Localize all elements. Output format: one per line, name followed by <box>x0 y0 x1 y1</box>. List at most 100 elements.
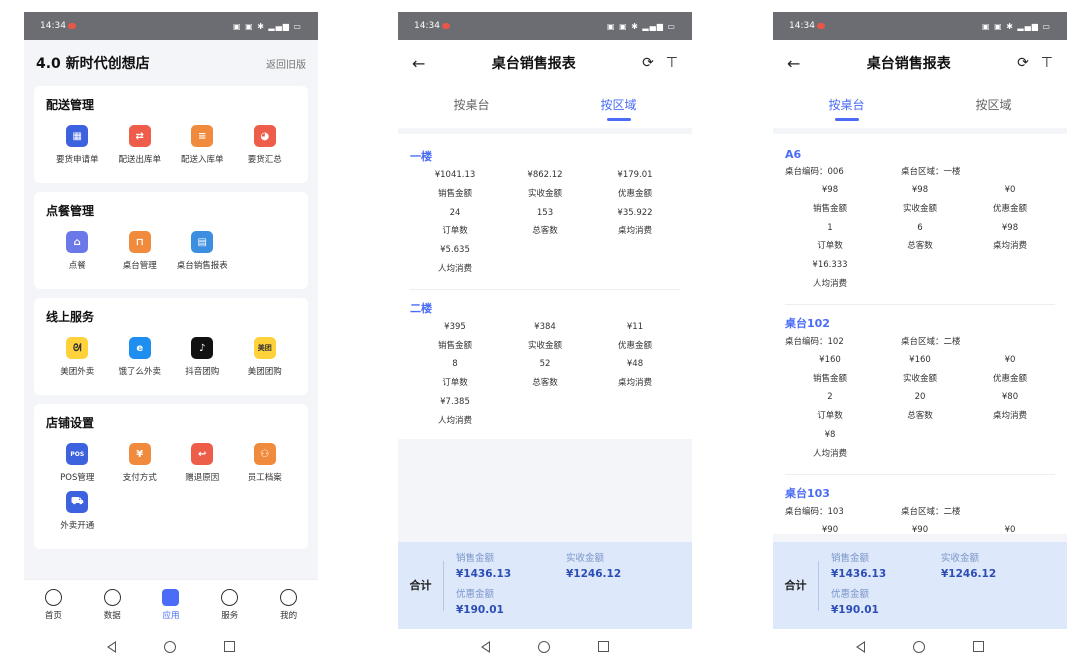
total-discount-value: ¥190.01 <box>456 604 504 616</box>
eleme-delivery-item[interactable]: e 饿了么外卖 <box>109 337 172 377</box>
diamond-icon <box>221 588 239 606</box>
report-tabs: 按桌台 按区域 <box>773 86 1067 128</box>
recents-nav-icon[interactable] <box>973 641 984 652</box>
received-value: ¥862.12 <box>527 170 563 180</box>
received-label: 实收金额 <box>527 188 562 199</box>
tab-home[interactable]: 首页 <box>24 580 83 629</box>
area-name: 二楼 <box>410 301 432 315</box>
filter-icon[interactable]: ⊤ <box>1041 55 1053 71</box>
table-management-item[interactable]: ⊓ 桌台管理 <box>109 231 172 271</box>
discount-value: ¥0 <box>1004 524 1016 534</box>
chart-icon <box>103 588 121 606</box>
back-to-old-version-link[interactable]: 返回旧版 <box>266 56 306 71</box>
total-sales-label: 销售金额 <box>456 553 495 564</box>
tab-by-area[interactable]: 按区域 <box>545 86 692 128</box>
back-nav-icon[interactable] <box>107 640 116 653</box>
delivery-activation-item[interactable]: ⛟ 外卖开通 <box>46 491 109 531</box>
delivery-out-item[interactable]: ⇄ 配送出库单 <box>109 125 172 165</box>
item-label: 赠退原因 <box>185 473 220 483</box>
total-received-value: ¥1246.12 <box>566 568 622 580</box>
refresh-icon[interactable]: ⟳ <box>1017 55 1029 71</box>
refresh-icon[interactable]: ⟳ <box>642 55 654 71</box>
total-received-label: 实收金额 <box>941 553 980 564</box>
record-icon <box>441 22 450 29</box>
section-title: 线上服务 <box>46 310 95 324</box>
pos-management-item[interactable]: POS POS管理 <box>46 443 109 483</box>
meituan-delivery-item[interactable]: ᘛ 美团外卖 <box>46 337 109 377</box>
phone-report-by-table: 14:34 ▣ ▣ ✱ ▂▄▆ ▭ ← 桌台销售报表 ⟳ ⊤ 按桌台 按区域 A6… <box>773 12 1067 664</box>
total-sales-value: ¥1436.13 <box>831 568 887 580</box>
douyin-groupbuy-item[interactable]: ♪ 抖音团购 <box>171 337 234 377</box>
tab-mine[interactable]: 我的 <box>259 580 318 629</box>
table-name: 桌台103 <box>785 486 830 500</box>
guests-label: 总客数 <box>532 378 558 389</box>
table-icon: ⊓ <box>128 231 151 253</box>
filter-icon[interactable]: ⊤ <box>666 55 678 71</box>
total-discount-label: 优惠金额 <box>456 589 495 600</box>
home-nav-icon[interactable] <box>913 640 925 653</box>
guests-label: 总客数 <box>907 411 933 422</box>
orders-label: 订单数 <box>442 378 468 389</box>
staff-profile-item[interactable]: ⚇ 员工档案 <box>234 443 297 483</box>
item-label: 饿了么外卖 <box>118 367 161 377</box>
sales-value: ¥160 <box>819 354 841 365</box>
tab-label: 数据 <box>103 610 121 621</box>
return-icon: ↩ <box>191 443 214 465</box>
payment-method-item[interactable]: ¥ 支付方式 <box>109 443 172 483</box>
record-icon <box>816 22 825 29</box>
home-nav-icon[interactable] <box>538 640 550 653</box>
requisition-summary-item[interactable]: ◕ 要货汇总 <box>234 125 297 165</box>
status-bar: 14:34 ▣ ▣ ✱ ▂▄▆ ▭ <box>773 12 1067 40</box>
discount-label: 优惠金额 <box>617 188 652 199</box>
item-label: 配送入库单 <box>180 155 224 165</box>
table-name: A6 <box>785 148 802 161</box>
divider <box>410 288 680 290</box>
table-section: 桌台102 桌台编码：102 桌台区域：二楼 ¥160 ¥160 ¥0 销售金额 … <box>785 315 1055 464</box>
tab-data[interactable]: 数据 <box>83 580 142 629</box>
truck-icon: ⛟ <box>66 491 89 513</box>
area-name: 一楼 <box>410 150 432 163</box>
section-title: 配送管理 <box>46 98 95 112</box>
recents-nav-icon[interactable] <box>224 641 235 652</box>
item-label: 美团外卖 <box>60 367 95 377</box>
table-code: 桌台编码：006 <box>785 167 844 177</box>
table-section: A6 桌台编码：006 桌台区域：一楼 ¥98 ¥98 ¥0 销售金额 实收金额 … <box>785 148 1055 294</box>
per-person-value: ¥5.635 <box>440 245 470 256</box>
tab-by-table[interactable]: 按桌台 <box>773 86 920 128</box>
tab-apps[interactable]: 应用 <box>142 580 201 629</box>
refund-reason-item[interactable]: ↩ 赠退原因 <box>171 443 234 483</box>
status-icons: ▣ ▣ ✱ ▂▄▆ ▭ <box>606 21 676 31</box>
tab-label: 我的 <box>280 610 298 621</box>
export-icon: ⇄ <box>128 125 151 147</box>
ordering-item[interactable]: ⌂ 点餐 <box>46 231 109 271</box>
table-sales-report-item[interactable]: ▤ 桌台销售报表 <box>171 231 234 271</box>
home-nav-icon[interactable] <box>164 640 176 653</box>
per-person-label: 人均消费 <box>437 263 472 274</box>
tab-by-area[interactable]: 按区域 <box>920 86 1067 128</box>
back-arrow-icon[interactable]: ← <box>787 54 800 73</box>
guests-label: 总客数 <box>907 241 933 252</box>
status-bar: 14:34 ▣ ▣ ✱ ▂▄▆ ▭ <box>24 12 318 40</box>
sales-value: ¥395 <box>444 321 466 332</box>
recents-nav-icon[interactable] <box>598 641 609 652</box>
requisition-item[interactable]: ▦ 要货申请单 <box>46 125 109 165</box>
delivery-management-card: 配送管理 ▦ 要货申请单 ⇄ 配送出库单 ≡ 配送入库单 ◕ 要货汇总 <box>34 86 308 183</box>
import-icon: ≡ <box>191 125 214 147</box>
report-header: ← 桌台销售报表 ⟳ ⊤ <box>773 40 1067 86</box>
meituan-groupbuy-item[interactable]: 美团 美团团购 <box>234 337 297 377</box>
sales-label: 销售金额 <box>437 188 472 199</box>
douyin-icon: ♪ <box>191 337 214 359</box>
guests-value: 6 <box>917 222 923 233</box>
total-discount-value: ¥190.01 <box>831 604 879 616</box>
back-nav-icon[interactable] <box>856 640 865 653</box>
back-arrow-icon[interactable]: ← <box>412 54 425 73</box>
phone-report-by-area: 14:34 ▣ ▣ ✱ ▂▄▆ ▭ ← 桌台销售报表 ⟳ ⊤ 按桌台 按区域 一楼… <box>398 12 692 664</box>
sales-value: ¥1041.13 <box>434 170 476 180</box>
tab-by-table[interactable]: 按桌台 <box>398 86 545 128</box>
back-nav-icon[interactable] <box>481 640 490 653</box>
table-name: 桌台102 <box>785 316 830 330</box>
delivery-in-item[interactable]: ≡ 配送入库单 <box>171 125 234 165</box>
divider <box>785 473 1055 475</box>
tab-services[interactable]: 服务 <box>200 580 259 629</box>
sales-value: ¥90 <box>821 524 839 534</box>
